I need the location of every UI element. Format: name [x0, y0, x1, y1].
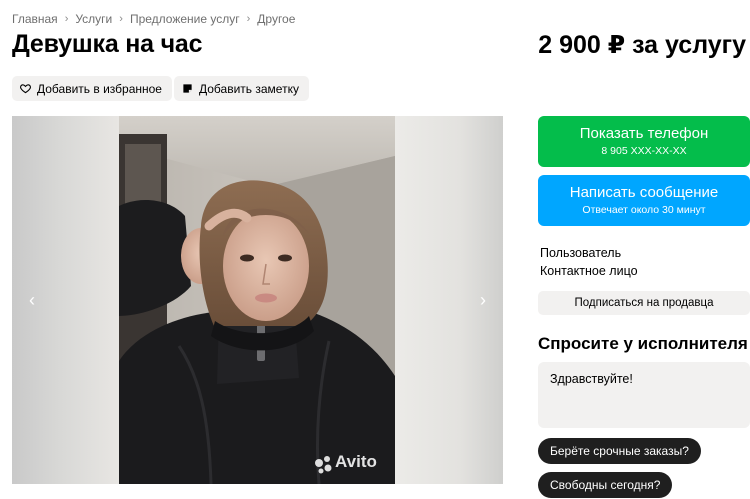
write-message-label: Написать сообщение [569, 184, 719, 201]
quick-reply-urgent-orders[interactable]: Берёте срочные заказы? [538, 438, 701, 464]
add-to-favorites-label: Добавить в избранное [37, 81, 162, 96]
add-note-label: Добавить заметку [199, 81, 299, 96]
listing-title: Девушка на час [12, 30, 203, 58]
masked-phone-number: 8 905 XXX-XX-XX [601, 145, 687, 157]
ask-section-title: Спросите у исполнителя [538, 334, 748, 353]
chevron-right-icon: › [64, 13, 69, 25]
show-phone-button[interactable]: Показать телефон 8 905 XXX-XX-XX [538, 116, 750, 167]
note-icon [183, 84, 192, 93]
response-time-label: Отвечает около 30 минут [582, 204, 706, 216]
breadcrumb: Главная › Услуги › Предложение услуг › Д… [12, 12, 295, 26]
breadcrumb-home[interactable]: Главная [12, 12, 58, 26]
chevron-right-icon: › [246, 13, 251, 25]
chevron-left-icon[interactable]: ‹ [22, 290, 42, 310]
add-to-favorites-button[interactable]: Добавить в избранное [12, 76, 172, 101]
listing-photo-image [119, 116, 395, 484]
write-message-button[interactable]: Написать сообщение Отвечает около 30 мин… [538, 175, 750, 226]
breadcrumb-services[interactable]: Услуги [75, 12, 112, 26]
breadcrumb-service-offer[interactable]: Предложение услуг [130, 12, 240, 26]
message-input[interactable]: Здравствуйте! [538, 362, 750, 428]
subscribe-seller-button[interactable]: Подписаться на продавца [538, 291, 750, 315]
photo-gallery[interactable]: Avito ‹ › [12, 116, 503, 484]
seller-role: Контактное лицо [540, 264, 638, 278]
seller-type[interactable]: Пользователь [540, 246, 621, 260]
chevron-right-icon: › [119, 13, 123, 25]
show-phone-label: Показать телефон [579, 125, 709, 142]
listing-photo[interactable]: Avito [119, 116, 395, 484]
listing-price: 2 900 ₽ за услугу [538, 31, 746, 59]
avito-watermark-label: Avito [335, 452, 377, 471]
heart-icon [20, 84, 31, 94]
quick-reply-free-today[interactable]: Свободны сегодня? [538, 472, 673, 498]
chevron-right-icon[interactable]: › [473, 290, 493, 310]
breadcrumb-other[interactable]: Другое [257, 12, 295, 26]
add-note-button[interactable]: Добавить заметку [174, 76, 309, 101]
